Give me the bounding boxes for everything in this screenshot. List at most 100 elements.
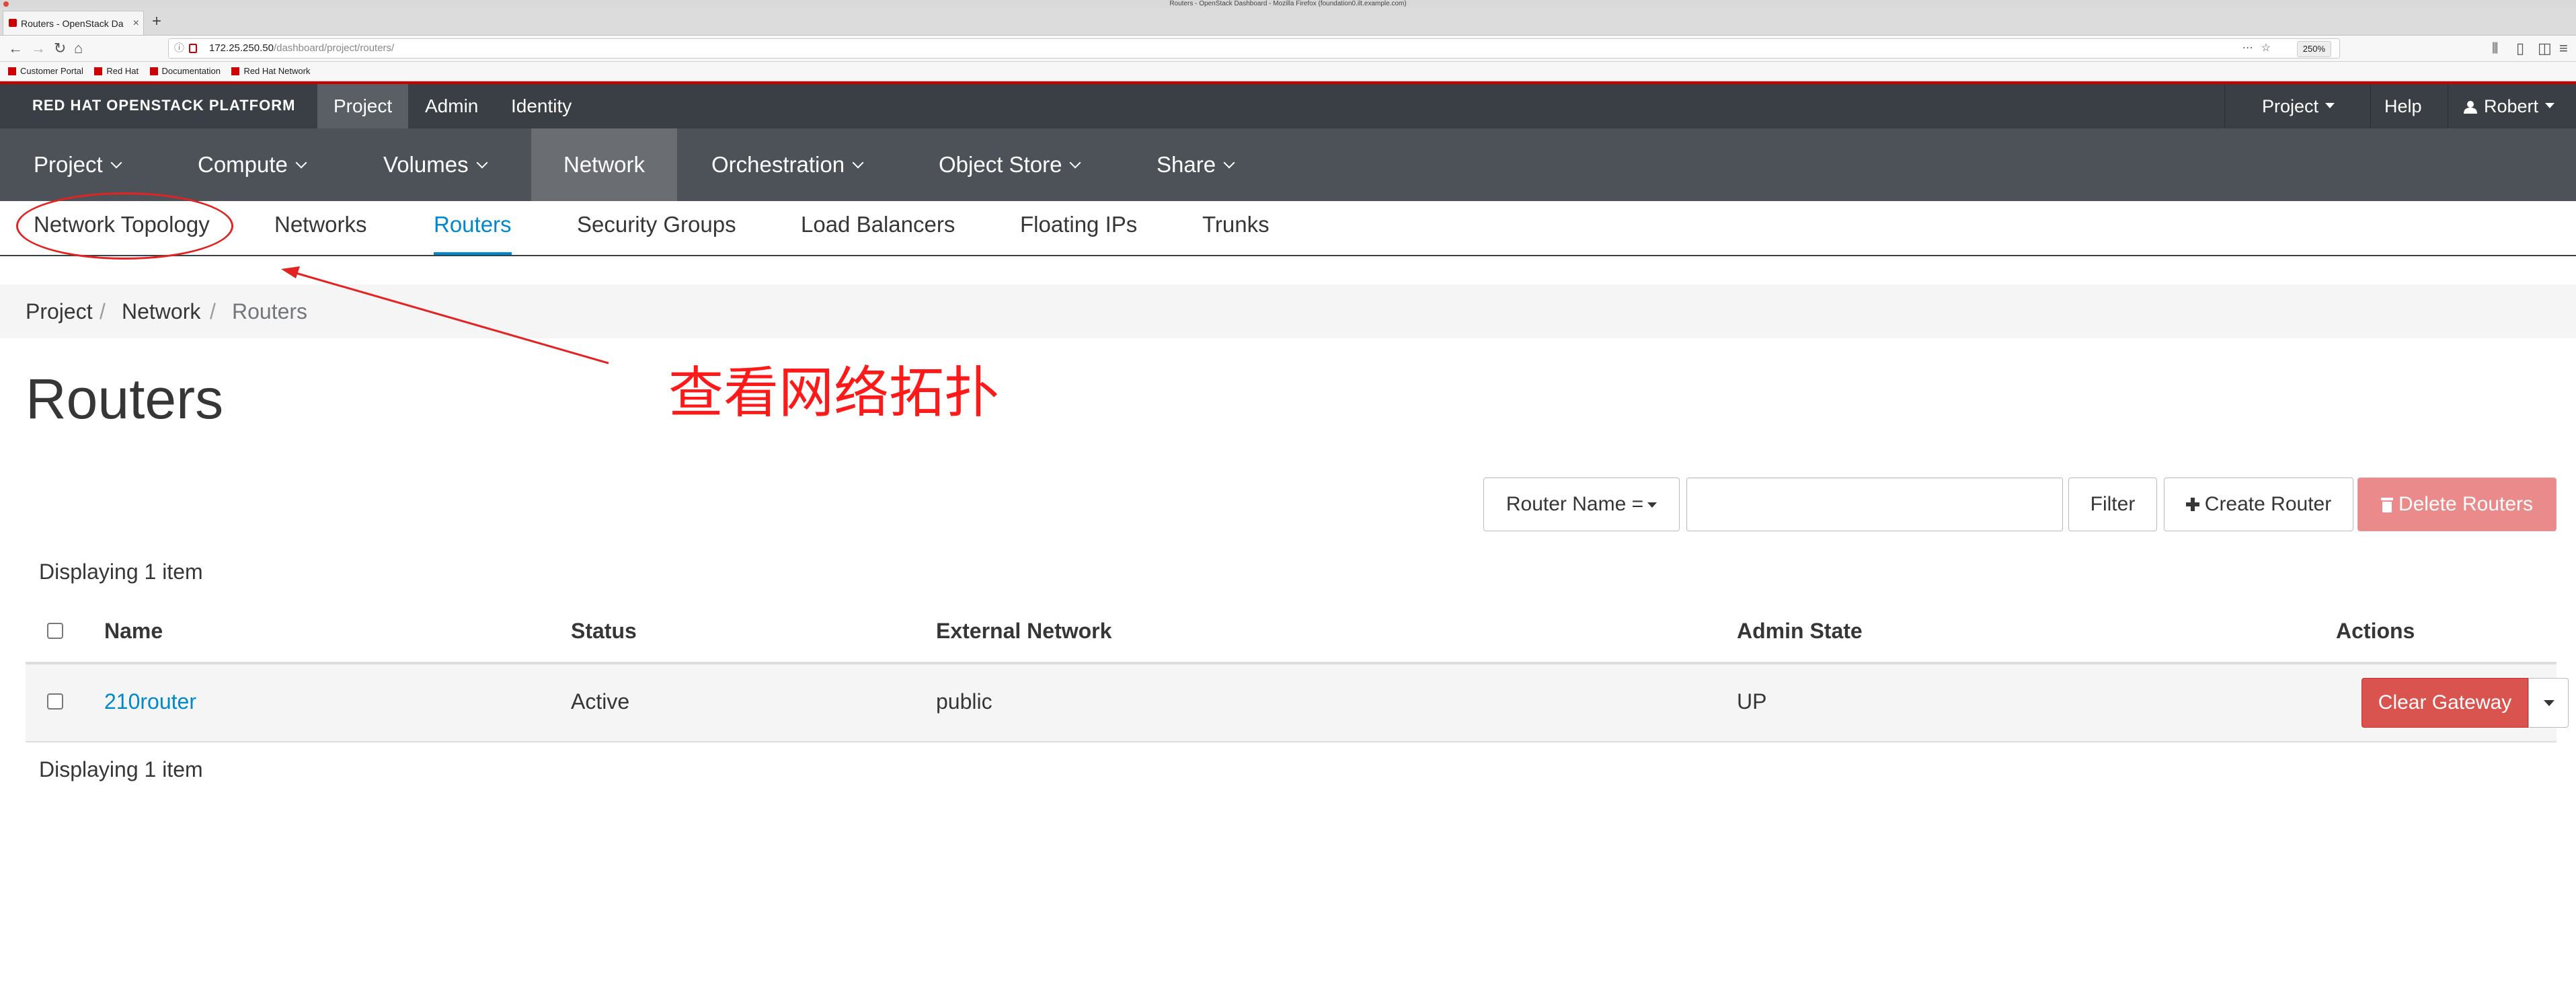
- bookmark-documentation[interactable]: Documentation: [149, 62, 221, 81]
- reload-icon[interactable]: ↻: [54, 38, 66, 59]
- chevron-down-icon: [476, 157, 488, 169]
- column-name[interactable]: Name: [104, 605, 163, 656]
- select-all-checkbox[interactable]: [47, 623, 63, 639]
- breadcrumb-project[interactable]: Project: [26, 284, 93, 338]
- nav-project[interactable]: Project: [17, 128, 136, 201]
- bookmark-red-hat[interactable]: Red Hat: [94, 62, 139, 81]
- top-tab-project[interactable]: Project: [317, 84, 409, 128]
- window-title: Routers - OpenStack Dashboard - Mozilla …: [1169, 0, 1407, 7]
- row-actions-dropdown-toggle[interactable]: [2528, 678, 2569, 728]
- subnav-trunks[interactable]: Trunks: [1202, 201, 1270, 255]
- browser-navbar: ← → ↻ ⌂ ⓘ 172.25.250.50/dashboard/projec…: [0, 36, 2576, 62]
- insecure-lock-icon: [189, 44, 197, 53]
- browser-tab[interactable]: Routers - OpenStack Da ×: [3, 11, 144, 35]
- window-close-icon[interactable]: [3, 1, 9, 7]
- brand-logo[interactable]: RED HAT OPENSTACK PLATFORM: [32, 95, 295, 116]
- extension-icon[interactable]: ◫: [2538, 38, 2552, 59]
- bookmark-icon: [231, 67, 240, 75]
- chevron-down-icon: [110, 157, 122, 169]
- delete-routers-button[interactable]: Delete Routers: [2357, 477, 2557, 531]
- caret-down-icon: [1647, 502, 1657, 508]
- chevron-down-icon: [1069, 157, 1081, 169]
- subnav-routers[interactable]: Routers: [434, 201, 512, 255]
- help-link[interactable]: Help: [2376, 84, 2430, 128]
- table-header: Name Status External Network Admin State…: [26, 605, 2557, 664]
- column-actions: Actions: [2336, 619, 2415, 643]
- user-menu[interactable]: Robert: [2456, 84, 2563, 128]
- top-tab-admin[interactable]: Admin: [409, 84, 494, 128]
- caret-down-icon: [2544, 700, 2554, 706]
- chevron-down-icon: [852, 157, 864, 169]
- bookmark-icon: [149, 67, 158, 75]
- breadcrumb-network[interactable]: Network: [122, 284, 200, 338]
- nav-share[interactable]: Share: [1140, 128, 1249, 201]
- router-status: Active: [571, 689, 630, 714]
- site-info-icon[interactable]: ⓘ: [174, 39, 184, 58]
- user-name: Robert: [2484, 96, 2539, 116]
- forward-icon[interactable]: →: [31, 38, 46, 59]
- bookmark-customer-portal[interactable]: Customer Portal: [8, 62, 83, 81]
- header-divider: [2370, 84, 2371, 128]
- subnav-floating-ips[interactable]: Floating IPs: [1020, 201, 1137, 255]
- url-bar[interactable]: ⓘ 172.25.250.50/dashboard/project/router…: [168, 38, 2340, 59]
- nav-compute[interactable]: Compute: [182, 128, 321, 201]
- column-admin-state[interactable]: Admin State: [1737, 605, 1863, 656]
- nav-network[interactable]: Network: [531, 128, 678, 201]
- bookmark-icon: [8, 67, 16, 75]
- back-icon[interactable]: ←: [8, 38, 23, 59]
- user-icon: [2464, 101, 2477, 114]
- plus-icon: [2185, 498, 2199, 511]
- header-divider: [2224, 84, 2225, 128]
- page-actions-icon[interactable]: ⋯☆: [2242, 39, 2279, 58]
- router-admin-state: UP: [1737, 689, 1767, 714]
- menu-icon[interactable]: ≡: [2559, 38, 2568, 59]
- breadcrumb-separator: /: [100, 299, 106, 323]
- annotation-ellipse: [16, 192, 233, 260]
- filter-field-select[interactable]: Router Name =: [1483, 477, 1680, 531]
- bookmarks-bar: Customer Portal Red Hat Documentation Re…: [0, 62, 2576, 81]
- bookmark-red-hat-network[interactable]: Red Hat Network: [231, 62, 310, 81]
- filter-input[interactable]: [1686, 477, 2063, 531]
- home-icon[interactable]: ⌂: [74, 38, 83, 59]
- item-count: Displaying 1 item: [39, 560, 203, 584]
- favicon-icon: [9, 19, 17, 27]
- row-checkbox[interactable]: [47, 693, 63, 710]
- subnav-load-balancers[interactable]: Load Balancers: [801, 201, 955, 255]
- chevron-down-icon: [295, 157, 307, 169]
- chevron-down-icon: [1223, 157, 1235, 169]
- caret-down-icon: [2325, 103, 2335, 108]
- breadcrumb: Project / Network / Routers: [0, 284, 2576, 338]
- column-status[interactable]: Status: [571, 605, 637, 656]
- trash-icon: [2380, 498, 2393, 512]
- library-icon[interactable]: ⫴: [2492, 38, 2498, 59]
- router-name-link[interactable]: 210router: [104, 664, 196, 738]
- router-external-network: public: [936, 689, 992, 714]
- bookmark-icon: [94, 67, 103, 75]
- subnav-networks[interactable]: Networks: [274, 201, 367, 255]
- filter-field-label: Router Name =: [1506, 493, 1644, 515]
- project-switcher[interactable]: Project: [2254, 84, 2343, 128]
- create-router-button[interactable]: Create Router: [2164, 477, 2353, 531]
- project-switcher-label: Project: [2262, 96, 2319, 116]
- subnav-security-groups[interactable]: Security Groups: [577, 201, 736, 255]
- item-count-footer: Displaying 1 item: [39, 757, 203, 781]
- top-tab-identity[interactable]: Identity: [495, 84, 588, 128]
- nav-orchestration[interactable]: Orchestration: [695, 128, 878, 201]
- tab-close-icon[interactable]: ×: [133, 11, 139, 36]
- caret-down-icon: [2545, 103, 2555, 108]
- primary-nav: Project Compute Volumes Network Orchestr…: [0, 128, 2576, 201]
- annotation-text: 查看网络拓扑: [668, 362, 1000, 424]
- sidebar-toggle-icon[interactable]: ▯: [2516, 38, 2524, 59]
- top-header: RED HAT OPENSTACK PLATFORM Project Admin…: [0, 84, 2576, 128]
- browser-tabbar: Routers - OpenStack Da × +: [0, 8, 2576, 36]
- column-external-network[interactable]: External Network: [936, 605, 1111, 656]
- new-tab-icon[interactable]: +: [152, 11, 161, 32]
- url-host: 172.25.250.50: [209, 42, 274, 54]
- filter-button[interactable]: Filter: [2068, 477, 2157, 531]
- clear-gateway-button[interactable]: Clear Gateway: [2362, 678, 2528, 728]
- zoom-level[interactable]: 250%: [2296, 41, 2331, 57]
- nav-volumes[interactable]: Volumes: [367, 128, 502, 201]
- nav-object-store[interactable]: Object Store: [923, 128, 1095, 201]
- url-path: /dashboard/project/routers/: [273, 42, 395, 54]
- browser-tab-title: Routers - OpenStack Da: [21, 18, 124, 29]
